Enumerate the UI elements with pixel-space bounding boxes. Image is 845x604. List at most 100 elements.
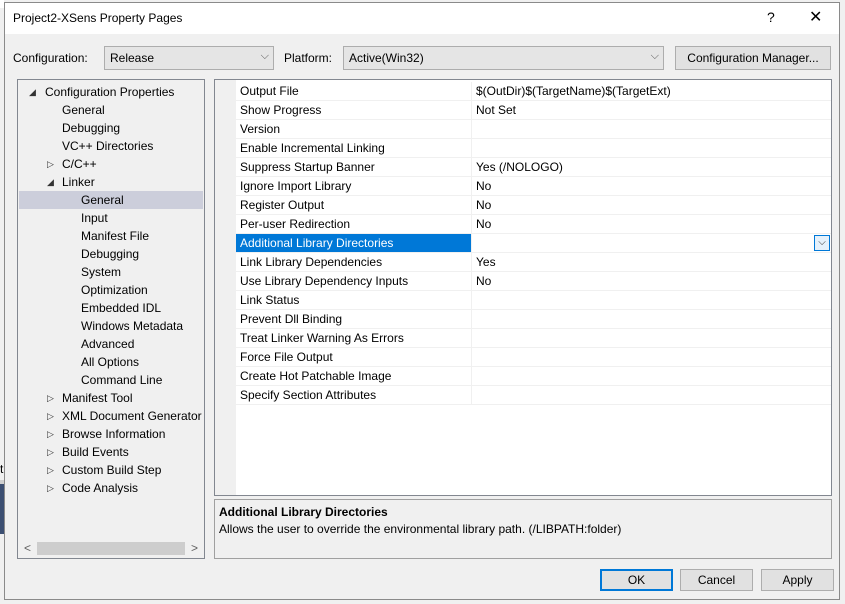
collapsed-arrow-icon[interactable]: ▷ [47, 389, 54, 407]
scrollbar-thumb[interactable] [37, 542, 185, 555]
property-row[interactable]: Per-user Redirection No [236, 215, 831, 234]
tree-item[interactable]: Manifest File [19, 227, 203, 245]
tree-item-label: Custom Build Step [62, 463, 162, 477]
background-partial-text: t [0, 462, 4, 476]
configuration-tree[interactable]: ◢ Configuration Properties General Debuggin… [17, 79, 205, 559]
cancel-button[interactable]: Cancel [680, 569, 753, 591]
property-row[interactable]: Ignore Import Library No [236, 177, 831, 196]
property-row[interactable]: Treat Linker Warning As Errors [236, 329, 831, 348]
chevron-down-icon: ⌵ [260, 50, 269, 62]
property-value[interactable]: Not Set [476, 101, 516, 119]
collapsed-arrow-icon[interactable]: ▷ [47, 461, 54, 479]
tree-item[interactable]: Command Line [19, 371, 203, 389]
ok-button[interactable]: OK [600, 569, 673, 591]
property-row[interactable]: Show Progress Not Set [236, 101, 831, 120]
tree-item[interactable]: Advanced [19, 335, 203, 353]
property-row[interactable]: Version [236, 120, 831, 139]
collapsed-arrow-icon[interactable]: ▷ [47, 443, 54, 461]
tree-item-label: Advanced [81, 337, 135, 351]
tree-item[interactable]: ▷ Custom Build Step [19, 461, 203, 479]
tree-item[interactable]: Windows Metadata [19, 317, 203, 335]
tree-item-label: General [81, 193, 124, 207]
tree-item-label: Manifest File [81, 229, 150, 243]
scroll-right-icon[interactable]: > [191, 541, 198, 555]
property-value[interactable]: No [476, 272, 491, 290]
collapsed-arrow-icon[interactable]: ▷ [47, 479, 54, 497]
apply-button[interactable]: Apply [761, 569, 834, 591]
tree-item[interactable]: ▷ Browse Information [19, 425, 203, 443]
tree-item[interactable]: Input [19, 209, 203, 227]
tree-item[interactable]: Debugging [19, 245, 203, 263]
collapsed-arrow-icon[interactable]: ▷ [47, 407, 54, 425]
expanded-arrow-icon[interactable]: ◢ [47, 173, 54, 191]
tree-item[interactable]: ▷ XML Document Generator [19, 407, 203, 425]
tree-item[interactable]: Optimization [19, 281, 203, 299]
property-name: Use Library Dependency Inputs [236, 272, 472, 290]
property-row[interactable]: Additional Library Directories ⌵ [236, 234, 831, 253]
tree-item[interactable]: ▷ Build Events [19, 443, 203, 461]
property-value[interactable]: $(OutDir)$(TargetName)$(TargetExt) [476, 82, 671, 100]
tree-item[interactable]: Debugging [19, 119, 203, 137]
expanded-arrow-icon[interactable]: ◢ [29, 83, 36, 101]
property-row[interactable]: Enable Incremental Linking [236, 139, 831, 158]
tree-item[interactable]: General [19, 101, 203, 119]
property-row[interactable]: Output File $(OutDir)$(TargetName)$(Targe… [236, 82, 831, 101]
tree-item[interactable]: General [19, 191, 203, 209]
collapsed-arrow-icon[interactable]: ▷ [47, 155, 54, 173]
property-row[interactable]: Prevent Dll Binding [236, 310, 831, 329]
tree-item-label: Linker [62, 175, 95, 189]
property-row[interactable]: Create Hot Patchable Image [236, 367, 831, 386]
property-row[interactable]: Register Output No [236, 196, 831, 215]
tree-item-label: Debugging [81, 247, 140, 261]
property-row[interactable]: Specify Section Attributes [236, 386, 831, 405]
tree-item[interactable]: ◢ Linker [19, 173, 203, 191]
property-value[interactable]: No [476, 177, 491, 195]
tree-horizontal-scrollbar[interactable]: < > [19, 540, 203, 557]
configuration-select[interactable]: Release ⌵ [104, 46, 274, 70]
property-value[interactable]: No [476, 196, 491, 214]
tree-item[interactable]: All Options [19, 353, 203, 371]
tree-item[interactable]: ◢ Configuration Properties [19, 83, 203, 101]
property-name: Enable Incremental Linking [236, 139, 472, 157]
property-row[interactable]: Use Library Dependency Inputs No [236, 272, 831, 291]
tree-item-label: All Options [81, 355, 140, 369]
tree-item[interactable]: Embedded IDL [19, 299, 203, 317]
property-name: Force File Output [236, 348, 472, 366]
tree-item-label: Configuration Properties [45, 85, 175, 99]
help-button[interactable]: ? [767, 9, 775, 25]
property-name: Register Output [236, 196, 472, 214]
tree-item[interactable]: ▷ C/C++ [19, 155, 203, 173]
tree-item-label: Embedded IDL [81, 301, 162, 315]
property-value[interactable]: Yes (/NOLOGO) [476, 158, 563, 176]
property-row[interactable]: Link Status [236, 291, 831, 310]
platform-select[interactable]: Active(Win32) ⌵ [343, 46, 664, 70]
tree-item-label: VC++ Directories [62, 139, 154, 153]
property-name: Link Status [236, 291, 472, 309]
collapsed-arrow-icon[interactable]: ▷ [47, 425, 54, 443]
tree-item[interactable]: VC++ Directories [19, 137, 203, 155]
description-panel: Additional Library Directories Allows th… [214, 499, 832, 559]
property-value[interactable]: No [476, 215, 491, 233]
tree-item-label: Optimization [81, 283, 148, 297]
property-row[interactable]: Force File Output [236, 348, 831, 367]
tree-item-label: Build Events [62, 445, 129, 459]
property-name: Treat Linker Warning As Errors [236, 329, 472, 347]
tree-item[interactable]: ▷ Code Analysis [19, 479, 203, 497]
description-text: Allows the user to override the environm… [219, 522, 622, 536]
property-row[interactable]: Link Library Dependencies Yes [236, 253, 831, 272]
dropdown-chevron-icon[interactable]: ⌵ [814, 235, 830, 251]
tree-item-label: Browse Information [62, 427, 166, 441]
tree-item-label: Windows Metadata [81, 319, 184, 333]
property-name: Show Progress [236, 101, 472, 119]
configuration-manager-button[interactable]: Configuration Manager... [675, 46, 831, 70]
scroll-left-icon[interactable]: < [24, 541, 31, 555]
tree-item[interactable]: System [19, 263, 203, 281]
property-value[interactable]: Yes [476, 253, 496, 271]
tree-item-label: System [81, 265, 122, 279]
close-button[interactable]: ✕ [809, 7, 822, 27]
property-name: Link Library Dependencies [236, 253, 472, 271]
tree-item[interactable]: ▷ Manifest Tool [19, 389, 203, 407]
window-title: Project2-XSens Property Pages [13, 11, 183, 25]
platform-label: Platform: [284, 51, 333, 65]
property-row[interactable]: Suppress Startup Banner Yes (/NOLOGO) [236, 158, 831, 177]
